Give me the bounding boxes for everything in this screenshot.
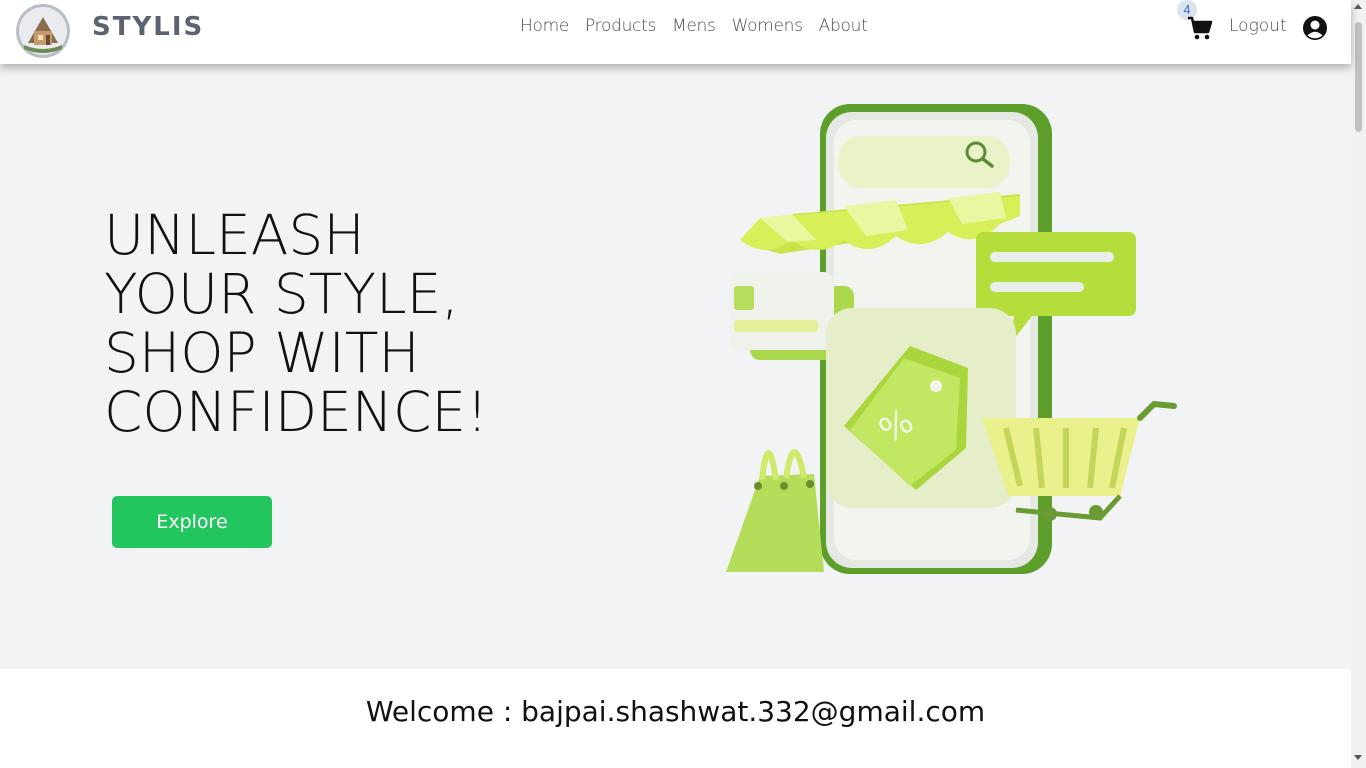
nav-womens-link[interactable]: Womens — [724, 16, 811, 36]
explore-button[interactable]: Explore — [112, 496, 272, 548]
brand-name[interactable]: STYLIS — [92, 12, 204, 42]
scroll-down-arrow-icon[interactable] — [1354, 755, 1362, 760]
hero-title-line: CONFIDENCE! — [104, 380, 489, 444]
scroll-up-arrow-icon[interactable] — [1354, 4, 1362, 9]
page-scrollbar[interactable] — [1351, 0, 1366, 768]
nav-products-link[interactable]: Products — [577, 16, 664, 36]
nav-home-link[interactable]: Home — [512, 16, 577, 36]
hero-title-line: YOUR STYLE, — [104, 262, 459, 326]
logo-icon[interactable] — [16, 3, 70, 59]
cart-icon[interactable] — [1186, 14, 1214, 42]
logout-link[interactable]: Logout — [1229, 16, 1287, 36]
hero-title-line: SHOP WITH — [104, 321, 420, 385]
scroll-thumb[interactable] — [1355, 22, 1362, 132]
nav-mens-link[interactable]: Mens — [664, 16, 724, 36]
welcome-section: Welcome : bajpai.shashwat.332@gmail.com — [0, 669, 1351, 768]
shopping-phone-illustration: % — [720, 100, 1180, 575]
main-nav: Home Products Mens Womens About — [512, 16, 875, 36]
user-circle-icon[interactable] — [1302, 15, 1328, 41]
hero-title: UNLEASH YOUR STYLE, SHOP WITH CONFIDENCE… — [104, 206, 524, 442]
welcome-message: Welcome : bajpai.shashwat.332@gmail.com — [365, 695, 986, 728]
hero-section: UNLEASH YOUR STYLE, SHOP WITH CONFIDENCE… — [0, 64, 1351, 669]
nav-about-link[interactable]: About — [811, 16, 876, 36]
navbar: STYLIS Home Products Mens Womens About 4… — [0, 0, 1351, 64]
hero-title-line: UNLEASH — [104, 203, 365, 267]
